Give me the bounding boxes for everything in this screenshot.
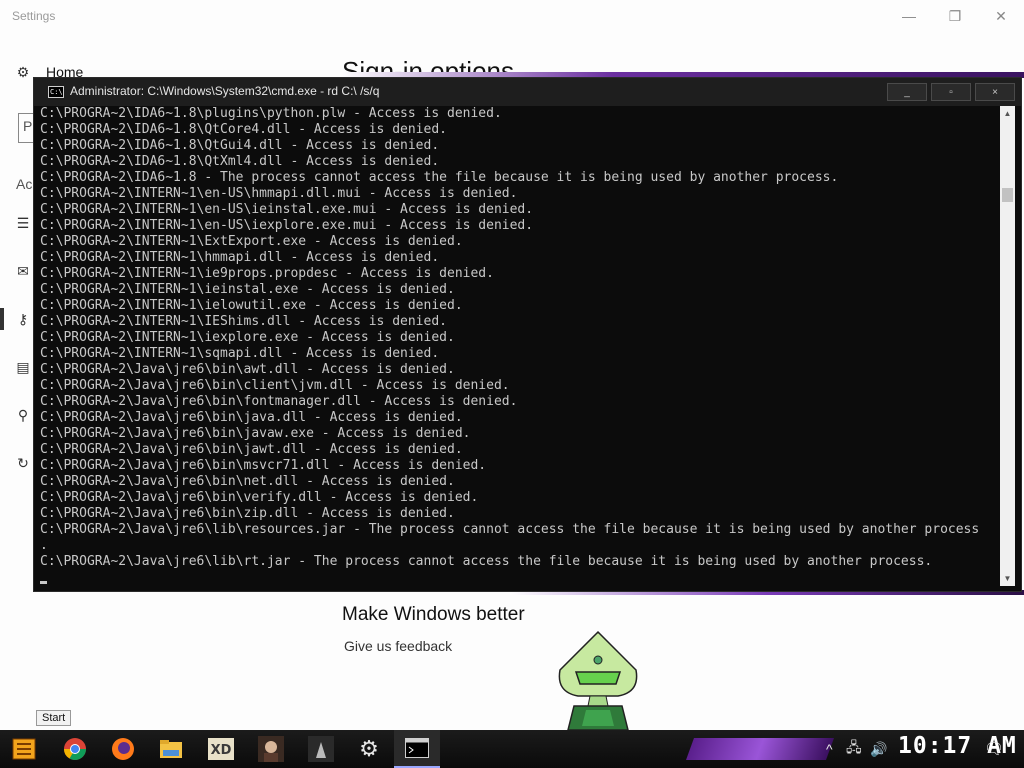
xd-icon: XD xyxy=(208,738,234,760)
close-button[interactable]: ✕ xyxy=(978,0,1024,32)
console-line: C:\PROGRA~2\Java\jre6\bin\verify.dll - A… xyxy=(40,490,479,505)
console-line: C:\PROGRA~2\Java\jre6\bin\java.dll - Acc… xyxy=(40,410,463,425)
search-box-fragment-text: P xyxy=(23,118,33,134)
console-line: C:\PROGRA~2\INTERN~1\sqmapi.dll - Access… xyxy=(40,346,440,361)
give-feedback-link[interactable]: Give us feedback xyxy=(344,638,452,654)
console-line: C:\PROGRA~2\Java\jre6\bin\javaw.exe - Ac… xyxy=(40,426,471,441)
console-line: C:\PROGRA~2\INTERN~1\ExtExport.exe - Acc… xyxy=(40,234,463,249)
cmd-icon xyxy=(405,738,429,758)
briefcase-icon[interactable]: ▤ xyxy=(14,358,32,376)
cmd-window[interactable]: C:\ Administrator: C:\Windows\System32\c… xyxy=(33,77,1022,592)
portrait-icon xyxy=(258,736,284,762)
xd-taskbar-button[interactable]: XD xyxy=(198,730,244,768)
show-hidden-icons-icon[interactable]: ^ xyxy=(826,730,833,768)
console-line: C:\PROGRA~2\IDA6~1.8\plugins\python.plw … xyxy=(40,106,502,121)
console-line: C:\PROGRA~2\INTERN~1\hmmapi.dll - Access… xyxy=(40,250,440,265)
volume-icon[interactable]: 🔊 xyxy=(870,730,887,768)
start-icon xyxy=(12,738,36,760)
console-line: C:\PROGRA~2\INTERN~1\en-US\hmmapi.dll.mu… xyxy=(40,186,518,201)
console-line: C:\PROGRA~2\Java\jre6\bin\msvcr71.dll - … xyxy=(40,458,487,473)
scroll-up-icon[interactable]: ▲ xyxy=(1000,106,1015,121)
cmd-maximize-button[interactable]: ▫ xyxy=(931,83,971,101)
cmd-window-controls: _ ▫ × xyxy=(887,83,1015,101)
console-line: C:\PROGRA~2\Java\jre6\bin\fontmanager.dl… xyxy=(40,394,518,409)
notifications-icon[interactable]: 🗨 xyxy=(984,730,1004,768)
app-taskbar-button-2[interactable] xyxy=(298,730,344,768)
settings-title: Settings xyxy=(12,9,56,23)
cmd-close-button[interactable]: × xyxy=(975,83,1015,101)
console-line: C:\PROGRA~2\Java\jre6\lib\resources.jar … xyxy=(40,522,980,537)
make-windows-better-heading: Make Windows better xyxy=(342,604,525,625)
console-line: C:\PROGRA~2\IDA6~1.8\QtXml4.dll - Access… xyxy=(40,154,440,169)
console-line: C:\PROGRA~2\IDA6~1.8\QtGui4.dll - Access… xyxy=(40,138,440,153)
figure-icon xyxy=(308,736,334,762)
console-line: C:\PROGRA~2\IDA6~1.8\QtCore4.dll - Acces… xyxy=(40,122,447,137)
console-line: C:\PROGRA~2\Java\jre6\bin\client\jvm.dll… xyxy=(40,378,510,393)
folder-icon xyxy=(160,740,182,758)
settings-window-controls: — ❐ ✕ xyxy=(886,0,1024,32)
text-cursor xyxy=(40,581,47,584)
firefox-icon xyxy=(112,738,134,760)
gear-icon: ⚙ xyxy=(359,736,379,761)
svg-text:XD: XD xyxy=(211,743,232,758)
console-line: C:\PROGRA~2\INTERN~1\IEShims.dll - Acces… xyxy=(40,314,447,329)
cmd-titlebar[interactable]: C:\ Administrator: C:\Windows\System32\c… xyxy=(34,78,1021,106)
maximize-button[interactable]: ❐ xyxy=(932,0,978,32)
cmd-taskbar-button[interactable] xyxy=(394,730,440,768)
cmd-icon: C:\ xyxy=(48,86,64,98)
console-line: C:\PROGRA~2\Java\jre6\lib\rt.jar - The p… xyxy=(40,554,933,569)
settings-taskbar-button[interactable]: ⚙ xyxy=(346,730,392,768)
chrome-icon xyxy=(64,738,86,760)
app-taskbar-button-1[interactable] xyxy=(248,730,294,768)
start-tooltip: Start xyxy=(36,710,72,726)
console-line: C:\PROGRA~2\INTERN~1\iexplore.exe - Acce… xyxy=(40,330,455,345)
file-explorer-taskbar-button[interactable] xyxy=(148,730,194,768)
start-button[interactable] xyxy=(0,730,48,768)
minimize-button[interactable]: — xyxy=(886,0,932,32)
console-cursor xyxy=(40,570,1002,586)
console-line: . xyxy=(40,538,48,553)
console-line: C:\PROGRA~2\Java\jre6\bin\net.dll - Acce… xyxy=(40,474,455,489)
console-line: C:\PROGRA~2\Java\jre6\bin\zip.dll - Acce… xyxy=(40,506,455,521)
console-line: C:\PROGRA~2\IDA6~1.8 - The process canno… xyxy=(40,170,839,185)
family-icon[interactable]: ⚲ xyxy=(14,406,32,424)
taskbar-decoration xyxy=(685,738,835,760)
console-line: C:\PROGRA~2\INTERN~1\ielowutil.exe - Acc… xyxy=(40,298,463,313)
console-line: C:\PROGRA~2\INTERN~1\ie9props.propdesc -… xyxy=(40,266,494,281)
cmd-title: Administrator: C:\Windows\System32\cmd.e… xyxy=(70,84,380,98)
console-line: C:\PROGRA~2\INTERN~1\en-US\iexplore.exe.… xyxy=(40,218,534,233)
key-icon[interactable]: ⚷ xyxy=(14,310,32,328)
console-line: C:\PROGRA~2\Java\jre6\bin\awt.dll - Acce… xyxy=(40,362,455,377)
sync-icon[interactable]: ↻ xyxy=(14,454,32,472)
firefox-taskbar-button[interactable] xyxy=(100,730,146,768)
cmd-scrollbar[interactable]: ▲ ▼ xyxy=(1000,106,1015,586)
cmd-minimize-button[interactable]: _ xyxy=(887,83,927,101)
cmd-output[interactable]: C:\PROGRA~2\IDA6~1.8\plugins\python.plw … xyxy=(40,106,1002,590)
console-line: C:\PROGRA~2\INTERN~1\ieinstal.exe - Acce… xyxy=(40,282,455,297)
scroll-thumb[interactable] xyxy=(1002,188,1013,202)
console-line: C:\PROGRA~2\Java\jre6\bin\jawt.dll - Acc… xyxy=(40,442,463,457)
sidebar-heading-fragment: Ac xyxy=(16,176,33,192)
account-info-icon[interactable]: ☰ xyxy=(14,214,32,232)
console-line: C:\PROGRA~2\INTERN~1\en-US\ieinstal.exe.… xyxy=(40,202,534,217)
network-icon[interactable]: 🖧 xyxy=(846,730,862,768)
peridot-character-image xyxy=(558,630,638,730)
mail-icon[interactable]: ✉ xyxy=(14,262,32,280)
chrome-taskbar-button[interactable] xyxy=(52,730,98,768)
gear-icon[interactable]: ⚙ xyxy=(14,63,32,81)
selected-indicator xyxy=(0,308,4,330)
scroll-down-icon[interactable]: ▼ xyxy=(1000,571,1015,586)
